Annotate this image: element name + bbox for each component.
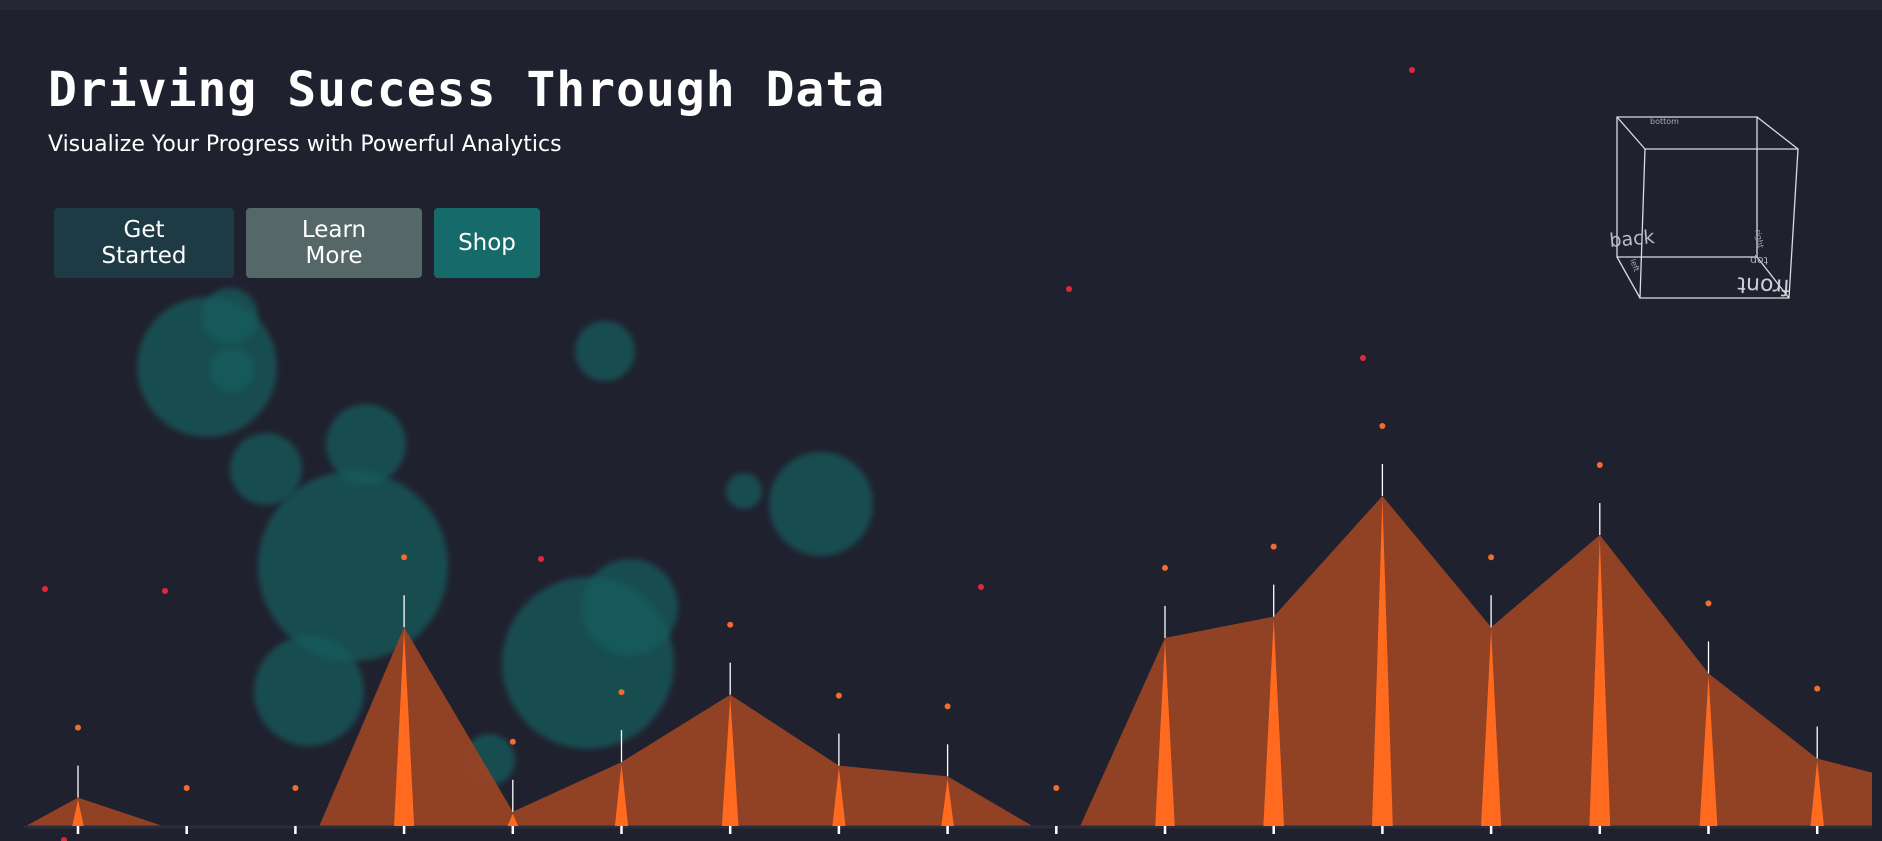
wireframe-cube: back front top bottom left right (1609, 116, 1799, 299)
data-dot (183, 785, 190, 791)
data-dot (618, 689, 625, 696)
cube-edge (1616, 116, 1646, 150)
particle-dot (538, 556, 544, 562)
cube-top-label: top (1750, 254, 1768, 267)
hero-buttons: Get Started Learn More Shop (54, 208, 540, 278)
page-title: Driving Success Through Data (48, 62, 886, 118)
data-dot (75, 724, 81, 731)
shop-button[interactable]: Shop (434, 208, 540, 278)
particle-dot (1409, 67, 1415, 73)
data-dot (835, 692, 842, 699)
chart-area (319, 627, 1033, 826)
learn-more-button[interactable]: Learn More (246, 208, 422, 278)
data-dot (292, 785, 299, 791)
cube-right-label: right (1753, 229, 1765, 249)
data-dot (509, 738, 516, 745)
data-dot (944, 703, 951, 710)
hero-text: Driving Success Through Data Visualize Y… (48, 62, 885, 157)
cube-bottom-label: bottom (1650, 117, 1679, 126)
get-started-button[interactable]: Get Started (54, 208, 234, 278)
particle-dot (978, 584, 984, 590)
particle-dot (1066, 286, 1072, 292)
cube-edge (1756, 116, 1799, 150)
data-dot (401, 554, 408, 561)
chart-area (26, 797, 163, 826)
data-dot (1705, 600, 1712, 607)
data-dot (1270, 543, 1277, 550)
data-dot (1596, 462, 1603, 469)
data-dot (1379, 423, 1386, 429)
chart-area (1080, 496, 1872, 826)
particle-dot (42, 586, 48, 592)
data-dot (1053, 785, 1060, 791)
particle-dot (1360, 355, 1366, 361)
data-dot (1162, 564, 1168, 571)
particle-dot (61, 837, 67, 841)
cube-left-label: left (1628, 258, 1641, 273)
particle-dot (162, 588, 168, 594)
cube-back-label: back (1609, 226, 1656, 252)
data-dot (1814, 685, 1821, 692)
data-dot (1488, 554, 1495, 561)
cube-front-label: front (1736, 271, 1790, 299)
page-subtitle: Visualize Your Progress with Powerful An… (48, 132, 562, 157)
data-dot (727, 621, 734, 628)
hero-canvas: Driving Success Through Data Visualize Y… (0, 0, 1882, 841)
